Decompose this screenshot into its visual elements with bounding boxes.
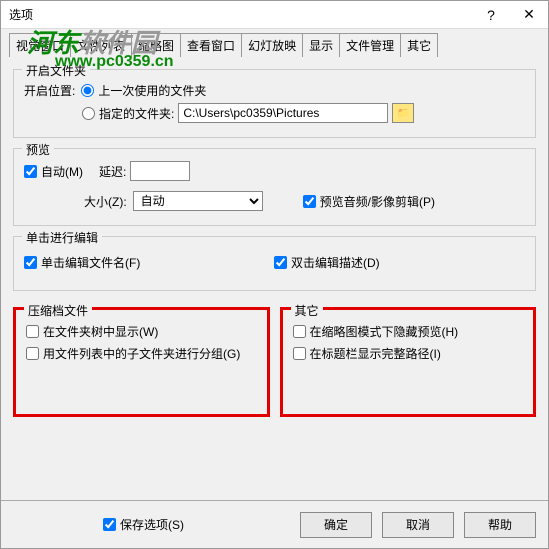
- tab-filemgmt[interactable]: 文件管理: [339, 33, 401, 57]
- cancel-button[interactable]: 取消: [382, 512, 454, 538]
- checkbox-hide-thumb-label: 在缩略图模式下隐藏预览(H): [310, 323, 459, 340]
- checkbox-media-clip-label: 预览音频/影像剪辑(P): [320, 193, 435, 210]
- checkbox-media-clip[interactable]: [303, 195, 316, 208]
- footer-save-wrap: 保存选项(S): [13, 516, 290, 533]
- checkbox-edit-filename-label: 单击编辑文件名(F): [41, 254, 140, 271]
- ok-button[interactable]: 确定: [300, 512, 372, 538]
- size-label: 大小(Z):: [84, 193, 127, 210]
- checkbox-save-options-label: 保存选项(S): [120, 516, 184, 533]
- help-button[interactable]: ?: [472, 1, 510, 28]
- size-select[interactable]: 自动: [133, 191, 263, 211]
- tab-slideshow[interactable]: 幻灯放映: [241, 33, 303, 57]
- path-input[interactable]: [178, 103, 388, 123]
- tabs-row: 视觉窗口 文件列表 缩略图 查看窗口 幻灯放映 显示 文件管理 其它: [1, 29, 548, 57]
- legend-archive: 压缩档文件: [24, 302, 92, 319]
- open-location-label: 开启位置:: [24, 82, 75, 99]
- browse-button[interactable]: 📁: [392, 103, 414, 123]
- group-click-edit: 单击进行编辑 单击编辑文件名(F) 双击编辑描述(D): [13, 236, 536, 291]
- group-other: 其它 在缩略图模式下隐藏预览(H) 在标题栏显示完整路径(I): [280, 307, 537, 417]
- titlebar: 选项 ? ✕: [1, 1, 548, 29]
- checkbox-save-options[interactable]: [103, 518, 116, 531]
- help-footer-button[interactable]: 帮助: [464, 512, 536, 538]
- legend-open-folder: 开启文件夹: [22, 62, 90, 79]
- radio-specified-folder[interactable]: [82, 107, 95, 120]
- legend-click-edit: 单击进行编辑: [22, 229, 102, 246]
- folder-icon: 📁: [397, 108, 409, 119]
- tab-display[interactable]: 显示: [302, 33, 340, 57]
- tab-other[interactable]: 其它: [400, 33, 438, 57]
- checkbox-group-sub[interactable]: [26, 347, 39, 360]
- tab-content: 开启文件夹 开启位置: 上一次使用的文件夹 指定的文件夹: 📁 预览 自动(M)…: [1, 57, 548, 433]
- group-archive: 压缩档文件 在文件夹树中显示(W) 用文件列表中的子文件夹进行分组(G): [13, 307, 270, 417]
- two-col-row: 压缩档文件 在文件夹树中显示(W) 用文件列表中的子文件夹进行分组(G) 其它 …: [13, 301, 536, 427]
- checkbox-dbl-desc-label: 双击编辑描述(D): [291, 254, 380, 271]
- checkbox-show-tree-label: 在文件夹树中显示(W): [43, 323, 158, 340]
- radio-specified-folder-label: 指定的文件夹:: [99, 105, 174, 122]
- tab-viewwindow[interactable]: 视觉窗口: [9, 33, 71, 57]
- checkbox-auto-label: 自动(M): [41, 163, 83, 180]
- checkbox-show-tree[interactable]: [26, 325, 39, 338]
- delay-label: 延迟:: [99, 163, 126, 180]
- close-button[interactable]: ✕: [510, 1, 548, 28]
- checkbox-group-sub-label: 用文件列表中的子文件夹进行分组(G): [43, 345, 240, 362]
- radio-last-folder-label: 上一次使用的文件夹: [98, 82, 206, 99]
- window-buttons: ? ✕: [472, 1, 548, 28]
- tab-thumbnail[interactable]: 缩略图: [131, 33, 181, 57]
- legend-other: 其它: [291, 302, 323, 319]
- checkbox-edit-filename[interactable]: [24, 256, 37, 269]
- group-preview: 预览 自动(M) 延迟: 大小(Z): 自动 预览音频/影像剪辑(P): [13, 148, 536, 226]
- options-window: 选项 ? ✕ 河东软件园 www.pc0359.cn 视觉窗口 文件列表 缩略图…: [0, 0, 549, 549]
- tab-viewer[interactable]: 查看窗口: [180, 33, 242, 57]
- window-title: 选项: [9, 6, 472, 23]
- tab-filelist[interactable]: 文件列表: [70, 33, 132, 57]
- radio-last-folder[interactable]: [81, 84, 94, 97]
- checkbox-full-path-label: 在标题栏显示完整路径(I): [310, 345, 441, 362]
- checkbox-hide-thumb[interactable]: [293, 325, 306, 338]
- group-open-folder: 开启文件夹 开启位置: 上一次使用的文件夹 指定的文件夹: 📁: [13, 69, 536, 138]
- checkbox-dbl-desc[interactable]: [274, 256, 287, 269]
- footer: 保存选项(S) 确定 取消 帮助: [1, 500, 548, 548]
- checkbox-full-path[interactable]: [293, 347, 306, 360]
- legend-preview: 预览: [22, 141, 54, 158]
- delay-input[interactable]: [130, 161, 190, 181]
- checkbox-auto[interactable]: [24, 165, 37, 178]
